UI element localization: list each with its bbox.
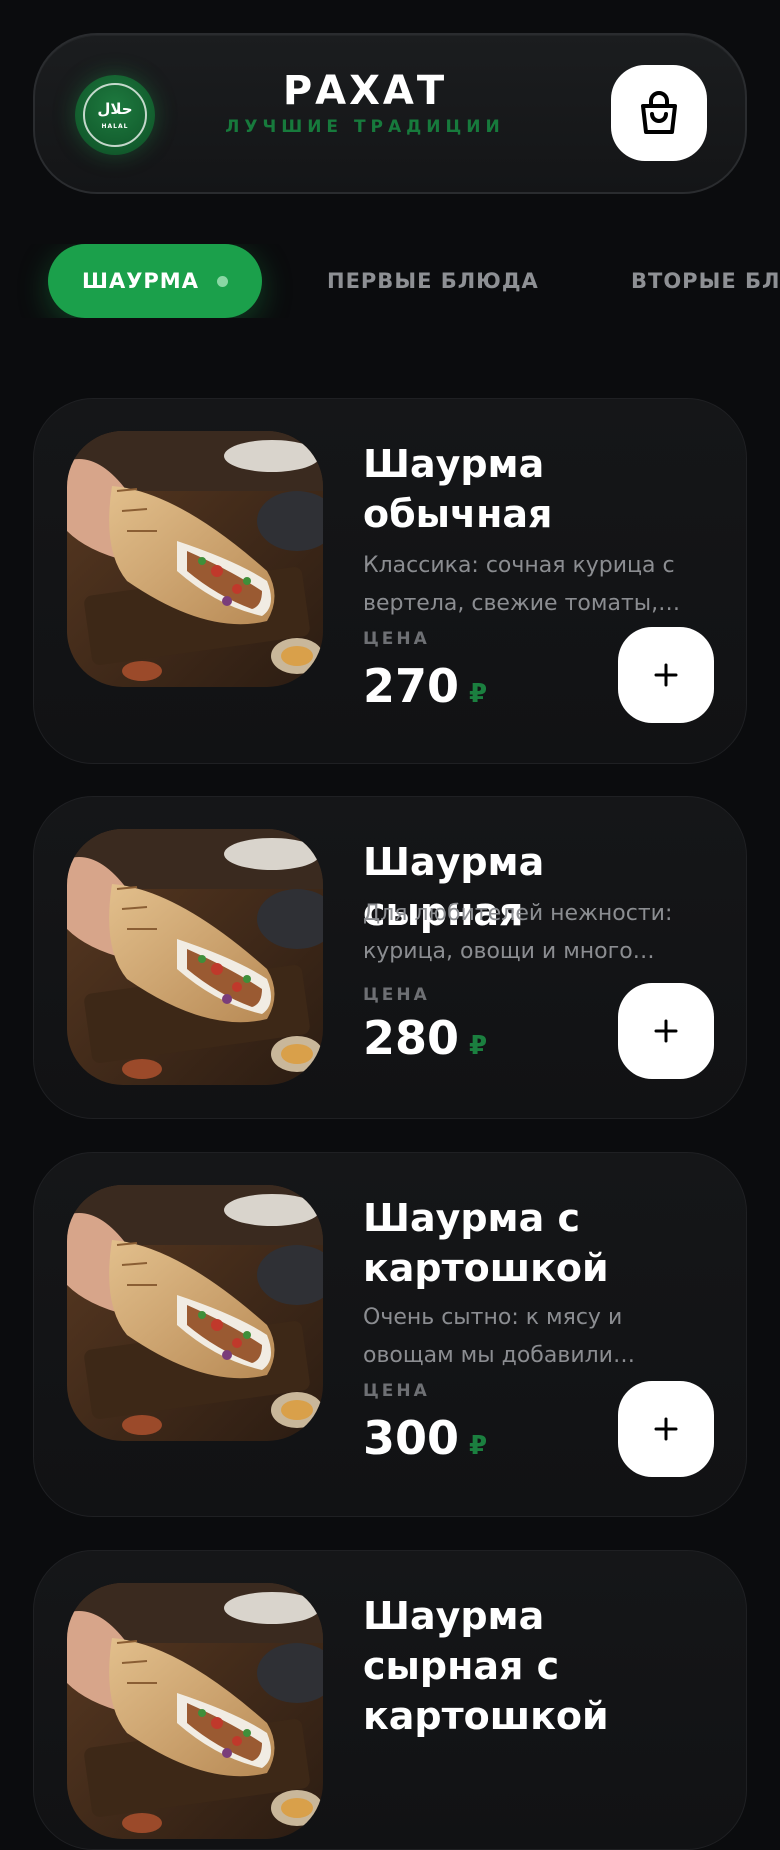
brand-title: РАХАТ [282,68,448,114]
tab-label: ВТОРЫЕ БЛЮДА [631,269,780,293]
price-value: 300 [363,1411,460,1465]
product-card[interactable]: Шаурма сырная Для любителей нежности: ку… [33,796,747,1119]
app-header: حلال HALAL РАХАТ ЛУЧШИЕ ТРАДИЦИИ [33,33,747,194]
brand-subtitle: ЛУЧШИЕ ТРАДИЦИИ [225,117,505,137]
cart-button[interactable] [611,65,707,161]
price: 300 ₽ [363,1413,487,1463]
shopping-bag-icon [641,91,677,134]
add-to-cart-button[interactable] [618,627,714,723]
price-currency: ₽ [469,1431,488,1461]
plus-icon [654,1019,678,1043]
product-card[interactable]: Шаурма обычная Классика: сочная курица с… [33,398,747,764]
product-description: Для любителей нежности: курица, овощи и … [363,901,673,964]
price-label: ЦЕНА [363,629,430,649]
product-description: Классика: сочная курица с вертела, свежи… [363,553,675,616]
halal-badge-latin: HALAL [101,122,129,130]
price-currency: ₽ [469,1031,488,1061]
tab-shawarma[interactable]: ШАУРМА [48,244,262,318]
price-label: ЦЕНА [363,1381,430,1401]
brand: РАХАТ ЛУЧШИЕ ТРАДИЦИИ [215,67,515,137]
add-to-cart-button[interactable] [618,1381,714,1477]
product-card[interactable]: Шаурма сырная с картошкой [33,1550,747,1850]
plus-icon [654,1417,678,1441]
price: 280 ₽ [363,1013,487,1063]
halal-badge-arabic: حلال [97,99,133,118]
add-to-cart-button[interactable] [618,983,714,1079]
tab-label: ПЕРВЫЕ БЛЮДА [327,269,539,293]
plus-icon [654,663,678,687]
product-image [67,829,323,1085]
product-card[interactable]: Шаурма с картошкой Очень сытно: к мясу и… [33,1152,747,1517]
active-dot-icon [216,275,228,287]
tab-label: ШАУРМА [82,269,199,293]
category-tabs: ШАУРМА ПЕРВЫЕ БЛЮДА ВТОРЫЕ БЛЮДА [0,244,780,318]
product-image [67,1583,323,1839]
product-image [67,431,323,687]
price: 270 ₽ [363,661,487,711]
price-label: ЦЕНА [363,985,430,1005]
price-value: 270 [363,659,460,713]
tab-first-courses[interactable]: ПЕРВЫЕ БЛЮДА [327,244,539,318]
price-value: 280 [363,1011,460,1065]
product-title: Шаурма обычная [363,442,553,536]
price-currency: ₽ [469,679,488,709]
tab-second-courses[interactable]: ВТОРЫЕ БЛЮДА [631,244,780,318]
product-title: Шаурма с картошкой [363,1196,609,1290]
product-description: Очень сытно: к мясу и овощам мы добавили… [363,1305,623,1368]
product-title: Шаурма сырная с картошкой [363,1594,609,1738]
halal-badge-icon: حلال HALAL [75,75,155,155]
product-image [67,1185,323,1441]
